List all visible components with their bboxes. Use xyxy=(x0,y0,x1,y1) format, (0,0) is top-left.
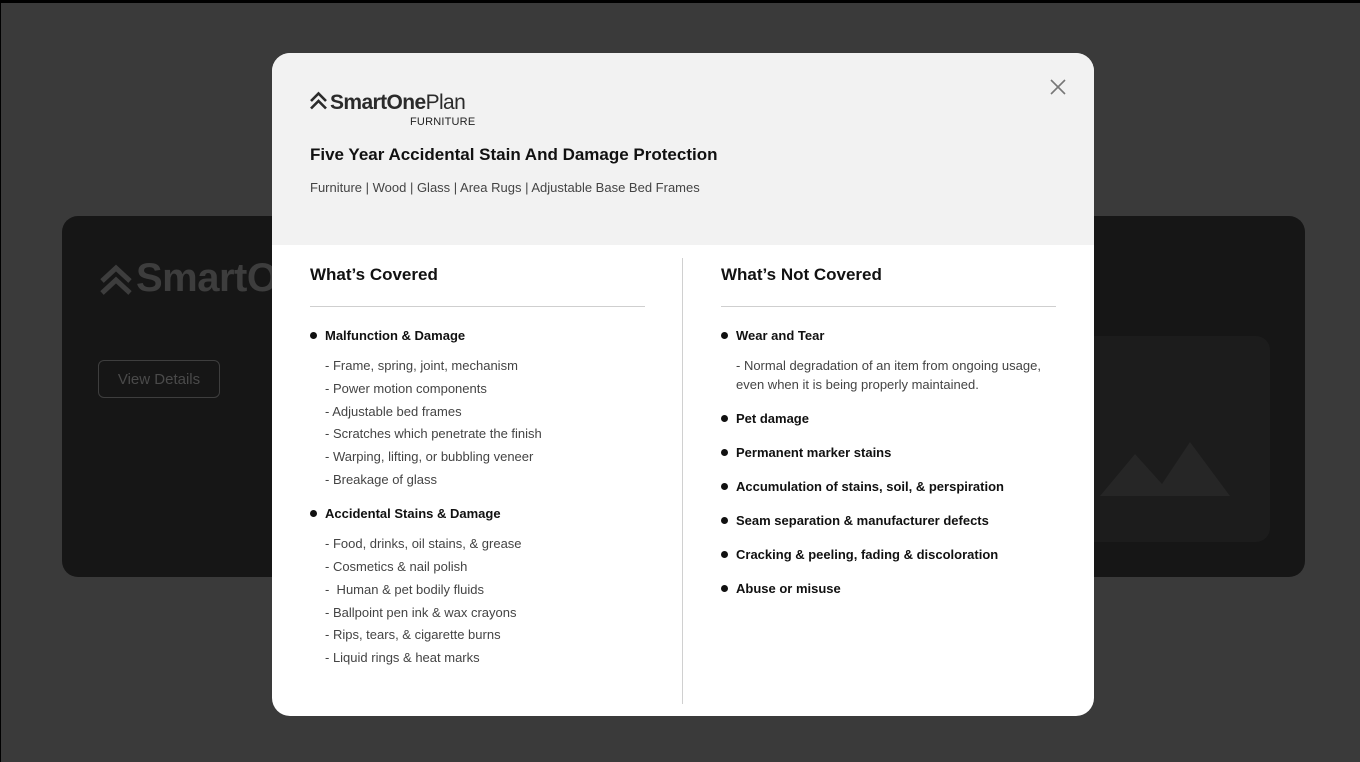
bullet-icon xyxy=(721,516,728,524)
covered-heading: What’s Covered xyxy=(310,265,438,284)
not-covered-label: Seam separation & manufacturer defects xyxy=(736,512,989,528)
image-placeholder xyxy=(1076,336,1270,542)
covered-item: - Scratches which penetrate the finish xyxy=(325,426,542,441)
covered-group-malfunction: Malfunction & Damage xyxy=(310,326,465,344)
covered-item: - Cosmetics & nail polish xyxy=(325,559,468,574)
modal-title: Five Year Accidental Stain And Damage Pr… xyxy=(310,145,718,164)
not-covered-label: Accumulation of stains, soil, & perspira… xyxy=(736,478,1004,494)
covered-item: - Power motion components xyxy=(325,381,487,396)
covered-item: - Breakage of glass xyxy=(325,472,438,487)
bullet-icon xyxy=(721,584,728,592)
not-covered-label: Cracking & peeling, fading & discolorati… xyxy=(736,546,999,562)
modal-subtitle: Furniture | Wood | Glass | Area Rugs | A… xyxy=(310,180,700,195)
background-logo-text: SmartO xyxy=(136,256,278,300)
covered-group-stains: Accidental Stains & Damage xyxy=(310,504,501,522)
brand-subtitle: FURNITURE xyxy=(410,116,476,128)
covered-item: - Liquid rings & heat marks xyxy=(325,650,480,665)
brand-name-bold: SmartOne xyxy=(330,91,426,114)
covered-item: - Adjustable bed frames xyxy=(325,404,462,419)
bullet-icon xyxy=(721,414,728,422)
modal-header: SmartOnePlan FURNITURE Five Year Acciden… xyxy=(272,53,1094,245)
smartone-logo-mark-icon xyxy=(310,91,327,110)
covered-item: - Warping, lifting, or bubbling veneer xyxy=(325,449,534,464)
not-covered-item: Pet damage xyxy=(721,409,809,427)
not-covered-label: Abuse or misuse xyxy=(736,580,841,596)
not-covered-detail: - Normal degradation of an item from ong… xyxy=(736,358,1041,392)
not-covered-label: Wear and Tear xyxy=(736,327,825,343)
covered-item: - Food, drinks, oil stains, & grease xyxy=(325,536,522,551)
covered-item: - Human & pet bodily fluids xyxy=(325,582,484,597)
bullet-icon xyxy=(310,509,317,517)
coverage-modal: SmartOnePlan FURNITURE Five Year Acciden… xyxy=(272,53,1094,716)
left-border xyxy=(0,0,1,762)
not-covered-item: Permanent marker stains xyxy=(721,443,891,461)
bullet-icon xyxy=(721,550,728,558)
not-covered-heading: What’s Not Covered xyxy=(721,265,882,284)
covered-item: - Frame, spring, joint, mechanism xyxy=(325,358,518,373)
not-covered-label: Pet damage xyxy=(736,410,809,426)
divider xyxy=(721,306,1056,307)
image-placeholder-icon xyxy=(1100,442,1230,496)
close-icon[interactable] xyxy=(1048,77,1068,97)
not-covered-item: Abuse or misuse xyxy=(721,579,841,597)
not-covered-item: Cracking & peeling, fading & discolorati… xyxy=(721,545,998,563)
bullet-icon xyxy=(310,331,317,339)
bullet-icon xyxy=(721,331,728,339)
divider xyxy=(310,306,645,307)
brand-name: SmartOnePlan xyxy=(330,91,466,115)
smartone-logo-mark-icon xyxy=(100,264,132,295)
brand-name-light: Plan xyxy=(425,91,466,114)
bullet-icon xyxy=(721,448,728,456)
not-covered-label: Permanent marker stains xyxy=(736,444,892,460)
covered-item: - Ballpoint pen ink & wax crayons xyxy=(325,605,517,620)
not-covered-item: Accumulation of stains, soil, & perspira… xyxy=(721,477,1004,495)
not-covered-item: Wear and Tear xyxy=(721,326,824,344)
column-divider xyxy=(682,258,683,704)
bullet-icon xyxy=(721,482,728,490)
not-covered-item: Seam separation & manufacturer defects xyxy=(721,511,989,529)
covered-group-label: Malfunction & Damage xyxy=(325,327,466,343)
covered-item: - Rips, tears, & cigarette burns xyxy=(325,627,501,642)
covered-group-label: Accidental Stains & Damage xyxy=(325,505,501,521)
brand-logo: SmartOnePlan FURNITURE xyxy=(310,91,480,131)
view-details-button[interactable]: View Details xyxy=(98,360,220,398)
top-border xyxy=(0,0,1360,3)
background-logo: SmartO xyxy=(100,256,278,301)
